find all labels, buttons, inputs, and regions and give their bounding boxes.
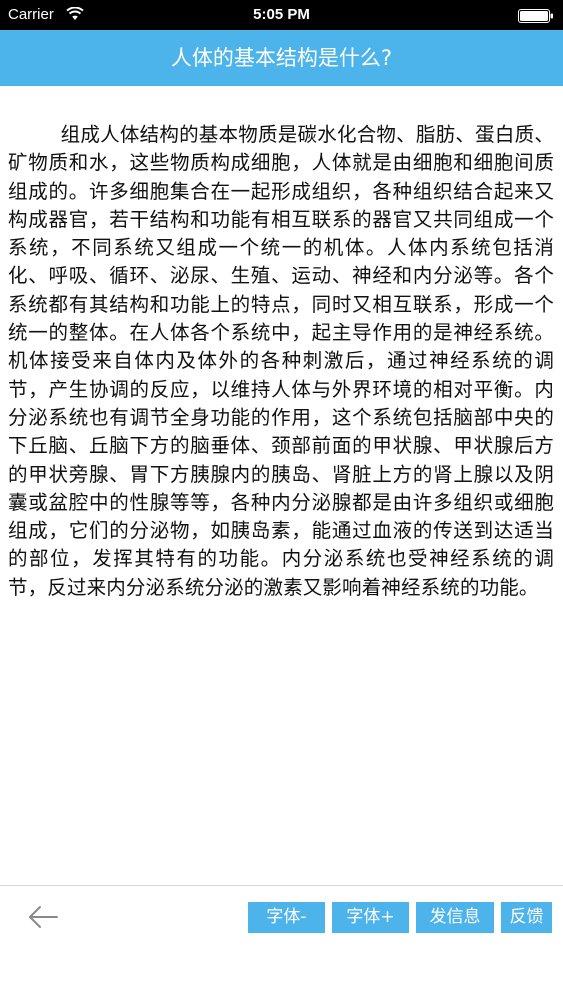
article-body: 组成人体结构的基本物质是碳水化合物、脂肪、蛋白质、矿物质和水，这些物质构成细胞，…	[8, 123, 554, 599]
status-time: 5:05 PM	[253, 6, 310, 23]
font-decrease-button[interactable]: 字体-	[248, 902, 325, 933]
arrow-left-icon[interactable]	[26, 902, 60, 932]
article-content: 组成人体结构的基本物质是碳水化合物、脂肪、蛋白质、矿物质和水，这些物质构成细胞，…	[8, 121, 554, 602]
font-increase-button[interactable]: 字体+	[332, 902, 409, 933]
page-title: 人体的基本结构是什么?	[170, 46, 393, 70]
send-message-button[interactable]: 发信息	[416, 902, 494, 933]
nav-bar: 人体的基本结构是什么?	[0, 30, 563, 86]
toolbar-divider	[0, 885, 563, 886]
feedback-button[interactable]: 反馈	[501, 902, 552, 933]
battery-icon	[518, 8, 554, 23]
status-bar: Carrier 5:05 PM	[0, 0, 563, 30]
